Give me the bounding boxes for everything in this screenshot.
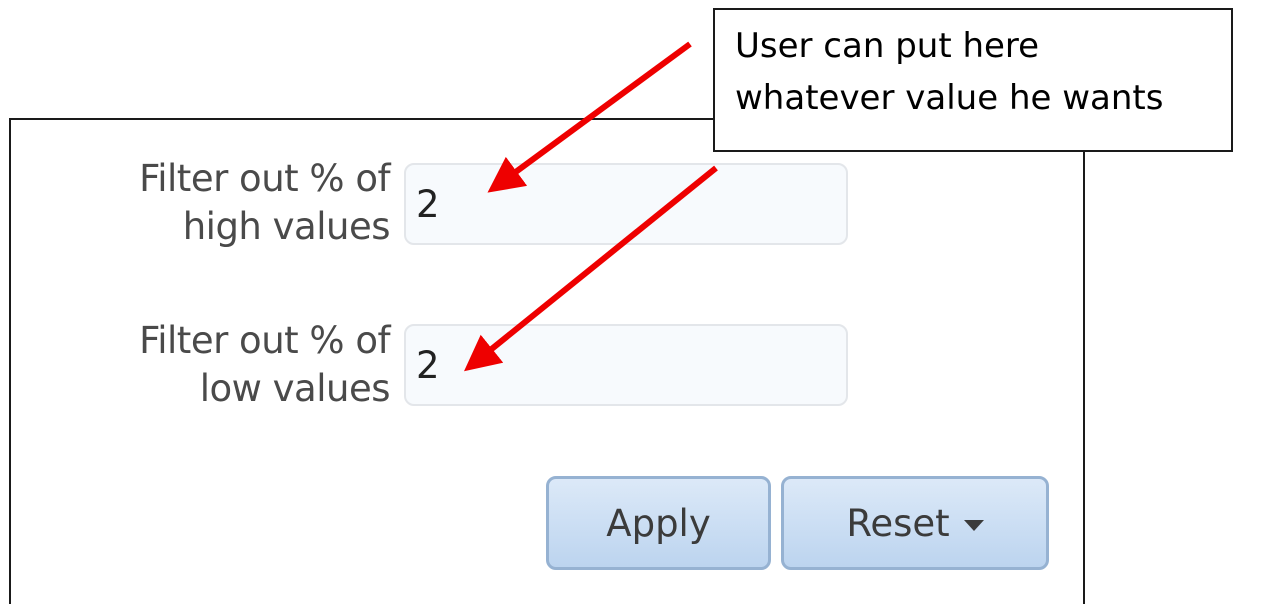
apply-button[interactable]: Apply (546, 476, 771, 570)
apply-button-label: Apply (606, 501, 711, 545)
high-values-label-line2: high values (182, 205, 391, 248)
high-values-label-line1: Filter out % of (139, 157, 390, 200)
low-values-label-line2: low values (199, 367, 391, 410)
annotation-line2: whatever value he wants (735, 78, 1164, 118)
high-values-label: Filter out % of high values (50, 155, 390, 251)
annotation-callout: User can put here whatever value he want… (713, 8, 1233, 152)
reset-dropdown-button[interactable]: Reset (781, 476, 1049, 570)
reset-button-label: Reset (846, 501, 950, 545)
annotation-line1: User can put here (735, 26, 1040, 66)
high-values-percent-input[interactable] (404, 163, 848, 245)
caret-down-icon (963, 519, 984, 531)
low-values-label: Filter out % of low values (50, 317, 390, 413)
low-values-label-line1: Filter out % of (139, 319, 390, 362)
low-values-percent-input[interactable] (404, 324, 848, 406)
